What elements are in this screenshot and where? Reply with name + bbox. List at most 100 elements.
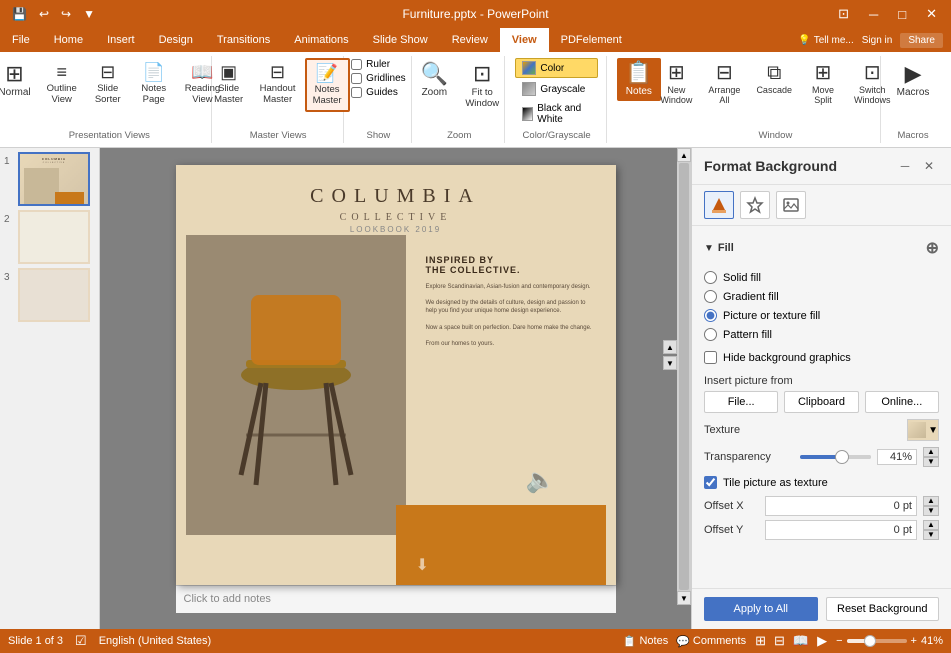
offset-x-spin-down[interactable]: ▼ <box>923 506 939 516</box>
share-button[interactable]: Share <box>900 33 943 48</box>
move-split-button[interactable]: ⊞ MoveSplit <box>801 58 845 110</box>
save-icon[interactable]: 💾 <box>8 5 31 23</box>
online-button[interactable]: Online... <box>865 391 939 413</box>
tab-home[interactable]: Home <box>42 28 95 52</box>
transparency-slider[interactable] <box>800 455 871 459</box>
picture-fill-radio[interactable] <box>704 309 717 322</box>
new-window-button[interactable]: ⊞ NewWindow <box>653 58 699 110</box>
outline-view-button[interactable]: ≡ OutlineView <box>40 58 84 110</box>
sign-in-button[interactable]: Sign in <box>862 35 893 46</box>
pattern-fill-option[interactable]: Pattern fill <box>704 325 939 344</box>
picture-texture-option[interactable]: Picture or texture fill <box>704 306 939 325</box>
black-white-button[interactable]: Black and White <box>515 100 598 128</box>
fit-to-window-button[interactable]: ⊡ Fit toWindow <box>458 58 506 114</box>
slide-vscrollbar[interactable]: ▲ ▼ <box>677 148 691 605</box>
hide-bg-checkbox[interactable] <box>704 351 717 364</box>
panel-collapse-down[interactable]: ▼ <box>663 356 677 370</box>
close-button[interactable]: ✕ <box>920 4 943 24</box>
slide-show-status-icon[interactable]: ▶ <box>816 632 828 650</box>
tab-transitions[interactable]: Transitions <box>205 28 282 52</box>
apply-to-all-button[interactable]: Apply to All <box>704 597 818 621</box>
tab-view[interactable]: View <box>500 28 549 52</box>
color-button[interactable]: Color <box>515 58 598 78</box>
offset-y-spin-up[interactable]: ▲ <box>923 520 939 530</box>
cascade-button[interactable]: ⧉ Cascade <box>749 58 799 100</box>
transparency-spin-up[interactable]: ▲ <box>923 447 939 457</box>
slide-sorter-status-icon[interactable]: ⊟ <box>773 632 786 650</box>
minimize-button[interactable]: ─ <box>863 5 884 24</box>
slide-canvas[interactable]: COLUMBIA COLLECTIVE LOOKBOOK 2019 <box>176 165 616 585</box>
customize-qat-icon[interactable]: ▼ <box>79 5 99 23</box>
fill-tab[interactable] <box>704 191 734 219</box>
clipboard-button[interactable]: Clipboard <box>784 391 858 413</box>
guides-checkbox-item[interactable]: Guides <box>347 86 409 99</box>
gradient-fill-option[interactable]: Gradient fill <box>704 287 939 306</box>
redo-icon[interactable]: ↪ <box>57 5 75 23</box>
gridlines-checkbox-item[interactable]: Gridlines <box>347 72 409 85</box>
texture-preview[interactable]: ▼ <box>907 419 939 441</box>
thumbnail-3[interactable]: 3 <box>4 268 95 322</box>
transparency-value-input[interactable] <box>877 449 917 465</box>
tab-file[interactable]: File <box>0 28 42 52</box>
zoom-button[interactable]: 🔍 Zoom <box>412 58 456 103</box>
fill-expand-icon[interactable]: ⊕ <box>926 238 939 258</box>
accessibility-icon[interactable]: ☑ <box>75 633 87 649</box>
macros-button[interactable]: ▶ Macros <box>890 58 937 103</box>
guides-checkbox[interactable] <box>351 87 362 98</box>
slide-sorter-button[interactable]: ⊟ SlideSorter <box>86 58 130 110</box>
offset-y-spin-down[interactable]: ▼ <box>923 530 939 540</box>
scroll-thumb[interactable] <box>679 163 689 590</box>
grayscale-button[interactable]: Grayscale <box>515 79 598 99</box>
handout-master-button[interactable]: ⊟ HandoutMaster <box>253 58 303 110</box>
thumbnail-1[interactable]: 1 COLUMBIA COLLECTIVE <box>4 152 95 206</box>
effects-tab[interactable] <box>740 191 770 219</box>
tile-picture-option[interactable]: Tile picture as texture <box>704 473 939 492</box>
normal-view-status-icon[interactable]: ⊞ <box>754 632 767 650</box>
reading-view-status-icon[interactable]: 📖 <box>792 632 810 650</box>
file-button[interactable]: File... <box>704 391 778 413</box>
ruler-checkbox[interactable] <box>351 59 362 70</box>
zoom-out-btn[interactable]: − <box>836 635 842 647</box>
comments-status-btn[interactable]: 💬 Comments <box>676 635 746 648</box>
slide-master-button[interactable]: ▣ SlideMaster <box>207 58 251 110</box>
gridlines-checkbox[interactable] <box>351 73 362 84</box>
ribbon-display-icon[interactable]: ⊡ <box>832 4 855 24</box>
tab-animations[interactable]: Animations <box>282 28 360 52</box>
tile-picture-checkbox[interactable] <box>704 476 717 489</box>
tab-design[interactable]: Design <box>147 28 205 52</box>
offset-x-input[interactable] <box>765 496 917 516</box>
tell-me-box[interactable]: 💡 Tell me... <box>798 35 853 46</box>
offset-x-spin-up[interactable]: ▲ <box>923 496 939 506</box>
offset-y-input[interactable] <box>765 520 917 540</box>
slide-notes-area[interactable]: Click to add notes <box>176 585 616 613</box>
arrange-all-button[interactable]: ⊟ ArrangeAll <box>701 58 747 110</box>
scroll-down-btn[interactable]: ▼ <box>677 591 691 605</box>
panel-close-btn[interactable]: ✕ <box>919 156 939 176</box>
zoom-thumb[interactable] <box>864 635 876 647</box>
texture-dropdown-arrow[interactable]: ▼ <box>928 425 938 436</box>
solid-fill-option[interactable]: Solid fill <box>704 268 939 287</box>
tab-slide-show[interactable]: Slide Show <box>361 28 440 52</box>
normal-view-button[interactable]: ⊞ Normal <box>0 58 38 103</box>
undo-icon[interactable]: ↩ <box>35 5 53 23</box>
reset-background-button[interactable]: Reset Background <box>826 597 940 621</box>
hide-bg-graphics-option[interactable]: Hide background graphics <box>704 348 939 367</box>
transparency-spin-down[interactable]: ▼ <box>923 457 939 467</box>
tab-pdfelement[interactable]: PDFelement <box>549 28 634 52</box>
panel-collapse-up[interactable]: ▲ <box>663 340 677 354</box>
notes-master-button[interactable]: 📝 NotesMaster <box>305 58 350 112</box>
zoom-slider[interactable] <box>847 639 907 643</box>
scroll-up-btn[interactable]: ▲ <box>677 148 691 162</box>
thumbnail-2[interactable]: 2 <box>4 210 95 264</box>
tab-review[interactable]: Review <box>440 28 500 52</box>
gradient-fill-radio[interactable] <box>704 290 717 303</box>
fill-collapse-icon[interactable]: ▼ <box>704 243 714 254</box>
solid-fill-radio[interactable] <box>704 271 717 284</box>
zoom-in-btn[interactable]: + <box>911 635 917 647</box>
panel-minimize-btn[interactable]: ─ <box>895 156 915 176</box>
image-tab[interactable] <box>776 191 806 219</box>
tab-insert[interactable]: Insert <box>95 28 147 52</box>
pattern-fill-radio[interactable] <box>704 328 717 341</box>
slider-thumb[interactable] <box>835 450 849 464</box>
restore-button[interactable]: □ <box>892 5 912 24</box>
